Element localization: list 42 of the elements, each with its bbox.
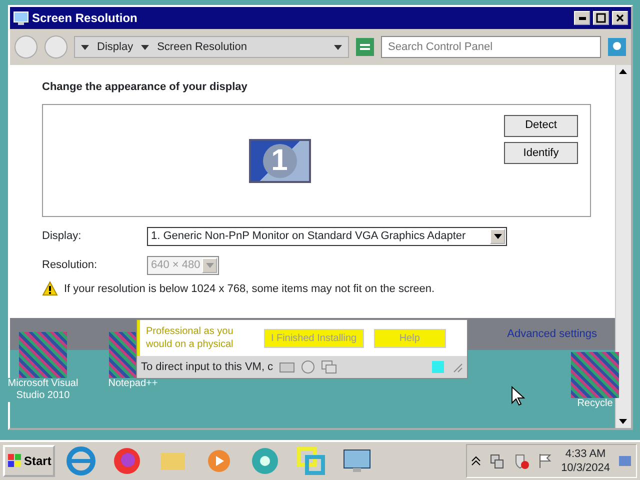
start-button[interactable]: Start [3,445,55,477]
status-text: To direct input to this VM, c [141,360,274,375]
overlapping-squares-icon[interactable] [296,446,326,476]
caret-icon [81,43,89,51]
flag-icon[interactable] [537,453,554,469]
dropdown[interactable]: 1. Generic Non-PnP Monitor on Standard VGA Graphics Adapter [147,226,507,246]
window-title: Screen Resolution [32,10,138,27]
monitor-button[interactable]: Identify [504,142,578,164]
resize-grip-icon [451,361,463,373]
breadcrumb[interactable]: Display [97,38,134,56]
minimize-icon [578,16,586,20]
close-button[interactable] [612,11,628,25]
warning-icon [42,281,58,296]
clock-time[interactable]: 4:33 AM [561,447,610,461]
monitor-number: 1 [262,144,296,178]
caret-icon [494,232,502,240]
minimize-button[interactable] [574,11,590,25]
search-field[interactable]: Search Control Panel [381,36,601,58]
clock-date[interactable]: 10/3/2024 [561,461,610,475]
maximize-icon [596,13,606,23]
monitor-icon [13,10,29,26]
caret-icon [206,261,214,270]
caret-icon [334,42,342,51]
page-heading: Change the appearance of your display [42,80,248,95]
browser-e-icon[interactable] [66,446,96,476]
mouse-pointer-icon [511,386,525,406]
breadcrumb[interactable]: Screen Resolution [157,38,247,56]
chevron-up-icon[interactable] [471,456,482,466]
warning-text: If your resolution is below 1024 x 768, some items may not fit on the screen. [64,282,435,296]
popup-message: Professional as you would on a physical [146,325,234,351]
shield-error-icon[interactable] [513,453,530,469]
monitor-button[interactable]: Detect [504,114,578,136]
scrollbar[interactable] [615,65,631,428]
caret-icon [141,43,150,51]
field-label: Resolution: [42,258,98,273]
disc-icon[interactable] [250,446,280,476]
windows-logo-icon [8,454,22,468]
windows-icon [321,360,338,374]
close-icon [615,13,625,23]
maximize-button[interactable] [593,11,609,25]
address-bar[interactable]: Display Screen Resolution [74,36,349,58]
field-label: Display: [42,228,82,244]
